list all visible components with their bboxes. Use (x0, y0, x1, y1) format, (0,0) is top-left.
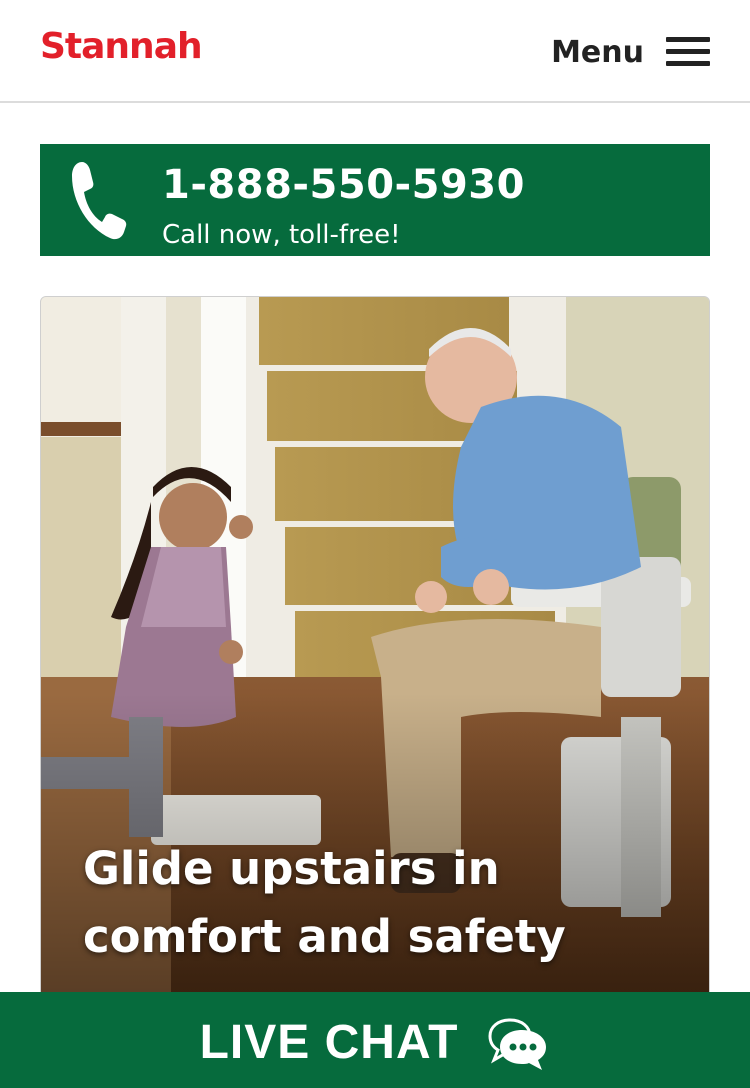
hero-caption-line2: comfort and safety (83, 910, 566, 963)
hero-card[interactable]: Glide upstairs in comfort and safety (40, 296, 710, 1016)
phone-number: 1-888-550-5930 (162, 162, 525, 208)
live-chat-button[interactable]: LIVE CHAT (0, 992, 750, 1088)
hamburger-icon (666, 35, 710, 69)
menu-label: Menu (551, 34, 644, 70)
hero-caption-line1: Glide upstairs in (83, 842, 500, 895)
phone-icon (72, 162, 127, 240)
stannah-logo[interactable]: Stannah (40, 26, 203, 67)
call-banner[interactable]: 1-888-550-5930 Call now, toll-free! (40, 144, 710, 256)
menu-button[interactable]: Menu (551, 30, 710, 74)
chat-bubbles-icon (488, 1018, 547, 1070)
live-chat-label: LIVE CHAT (199, 1015, 459, 1069)
phone-subtext: Call now, toll-free! (162, 220, 401, 250)
hero-caption: Glide upstairs in comfort and safety (83, 835, 643, 971)
site-header: Stannah Menu (0, 0, 750, 103)
